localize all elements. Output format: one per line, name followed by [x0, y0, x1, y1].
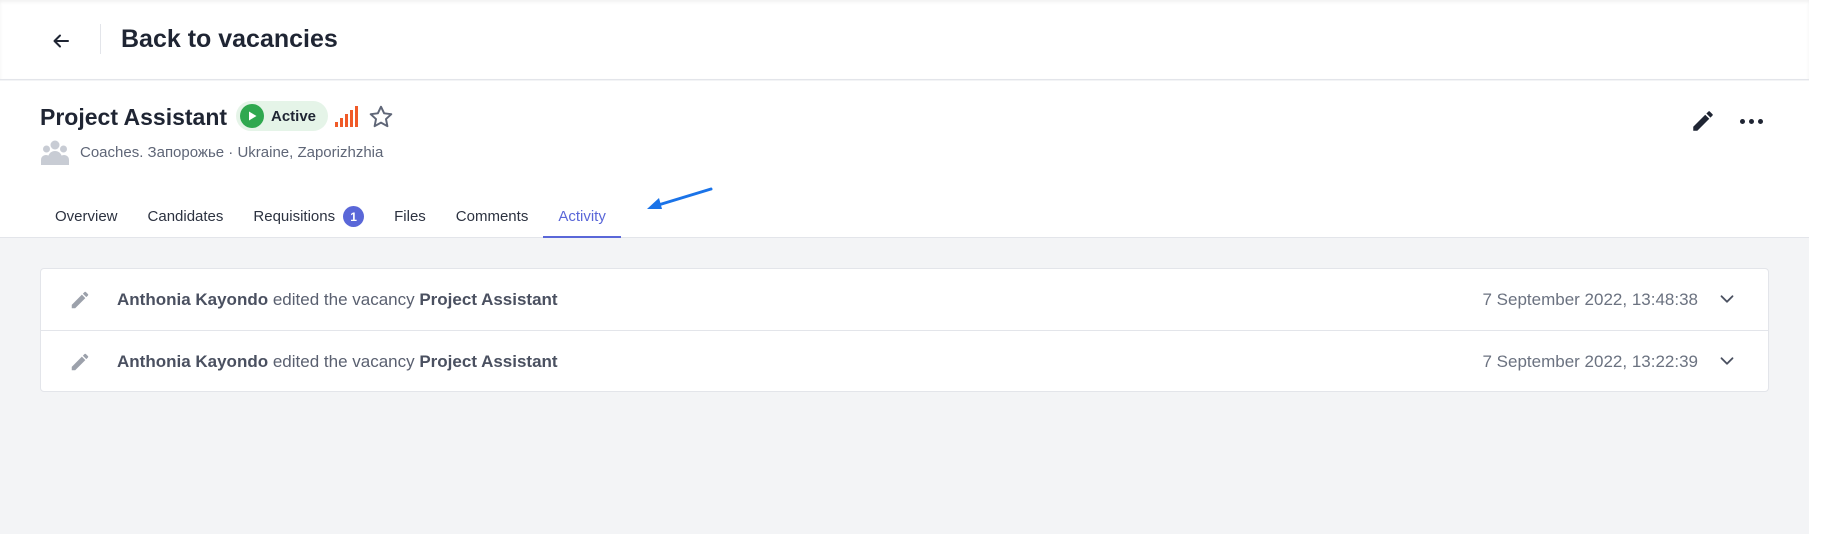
arrow-left-icon	[53, 34, 69, 48]
activity-action: edited the vacancy	[272, 290, 415, 309]
activity-target: Project Assistant	[419, 290, 558, 309]
activity-item[interactable]: Anthonia Kayondo edited the vacancy Proj…	[41, 330, 1768, 391]
pencil-icon	[71, 291, 89, 309]
activity-user: Anthonia Kayondo	[117, 352, 269, 371]
tab-requisitions[interactable]: Requisitions 1	[238, 195, 379, 238]
more-horizontal-icon	[1739, 118, 1745, 124]
back-to-vacancies-link[interactable]: Back to vacancies	[121, 23, 338, 55]
tab-files[interactable]: Files	[379, 195, 441, 238]
activity-timestamp: 7 September 2022, 13:22:39	[1482, 352, 1699, 371]
activity-text: Anthonia Kayondo edited the vacancy Proj…	[117, 352, 558, 372]
status-badge[interactable]: Active	[236, 101, 329, 131]
play-icon	[240, 104, 264, 128]
divider	[100, 24, 101, 54]
activity-user: Anthonia Kayondo	[117, 290, 269, 309]
tab-activity[interactable]: Activity	[543, 195, 621, 238]
activity-item[interactable]: Anthonia Kayondo edited the vacancy Proj…	[41, 269, 1768, 330]
people-icon	[41, 140, 69, 165]
scrollbar-track[interactable]	[1809, 0, 1828, 534]
annotation-arrow-icon	[647, 187, 713, 209]
activity-text: Anthonia Kayondo edited the vacancy Proj…	[117, 290, 558, 310]
vacancy-title: Project Assistant	[40, 104, 228, 130]
chevron-down-icon[interactable]	[1716, 350, 1738, 372]
vacancy-subtitle: Coaches. Запорожье · Ukraine, Zaporizhzh…	[80, 144, 384, 161]
activity-action: edited the vacancy	[272, 352, 415, 371]
tab-candidates[interactable]: Candidates	[133, 195, 239, 238]
requisitions-count-badge: 1	[343, 206, 365, 227]
chevron-down-icon[interactable]	[1716, 288, 1738, 310]
vacancy-tabs: Overview Candidates Requisitions 1 Files…	[40, 195, 621, 238]
pencil-icon[interactable]	[1690, 108, 1716, 134]
signal-bars-icon	[335, 106, 358, 127]
pencil-icon	[71, 353, 89, 371]
star-icon[interactable]	[368, 104, 394, 130]
activity-target: Project Assistant	[419, 352, 558, 371]
top-bar: Back to vacancies	[0, 0, 1809, 80]
activity-list: Anthonia Kayondo edited the vacancy Proj…	[40, 268, 1769, 392]
tab-comments[interactable]: Comments	[441, 195, 544, 238]
tab-overview[interactable]: Overview	[40, 195, 133, 238]
activity-timestamp: 7 September 2022, 13:48:38	[1482, 290, 1699, 309]
more-options-button[interactable]	[1736, 108, 1766, 134]
back-button[interactable]	[44, 24, 78, 58]
status-label: Active	[271, 107, 317, 125]
vacancy-header: Project Assistant Active Coaches. Запоро…	[0, 81, 1809, 238]
